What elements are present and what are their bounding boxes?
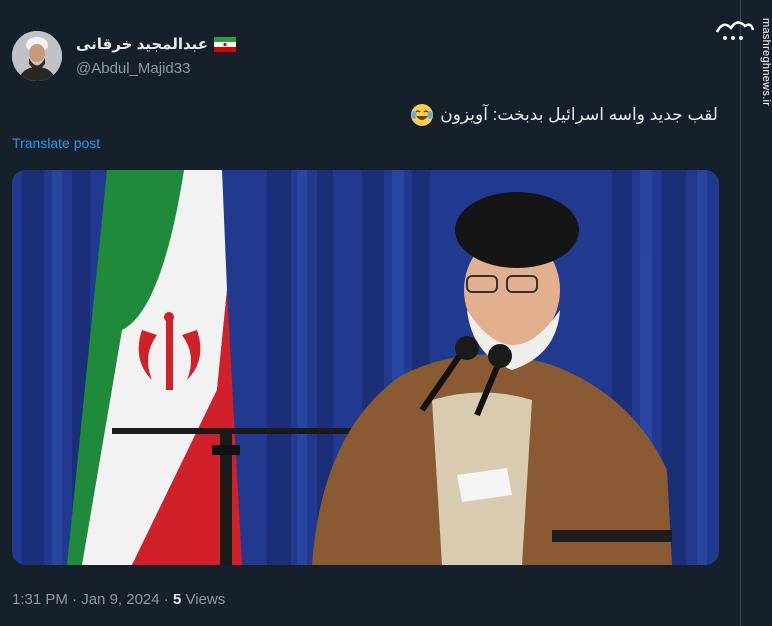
views-label: Views	[181, 591, 226, 608]
tweet-image[interactable]	[12, 170, 719, 565]
tweet-time[interactable]: 1:31 PM	[12, 591, 68, 608]
tweet-date[interactable]: Jan 9, 2024	[81, 591, 159, 608]
author-handle[interactable]: @Abdul_Majid33	[76, 60, 190, 77]
iran-flag-icon	[214, 36, 237, 52]
meta-separator-2: ·	[159, 591, 173, 608]
watermark-url: mashreghnews.ir	[760, 18, 772, 107]
tweet-text: لقب جدید واسه اسرائیل بدبخت: آویزون	[410, 103, 718, 127]
author-display-name[interactable]: عبدالمجید خرقانی	[76, 35, 208, 53]
mashregh-watermark: mashreghnews.ir	[715, 0, 772, 626]
translate-post-link[interactable]: Translate post	[12, 135, 100, 151]
tears-of-joy-icon	[410, 103, 434, 127]
author-avatar[interactable]	[12, 31, 62, 81]
meta-separator: ·	[67, 591, 82, 608]
tweet-text-content: لقب جدید واسه اسرائیل بدبخت: آویزون	[440, 105, 718, 124]
author-name-row: عبدالمجید خرقانی	[76, 35, 237, 53]
tweet-card: عبدالمجید خرقانی @Abdul_Majid33 لقب جدید…	[0, 0, 740, 626]
tweet-meta: 1:31 PM · Jan 9, 2024 · 5 Views	[12, 591, 225, 608]
